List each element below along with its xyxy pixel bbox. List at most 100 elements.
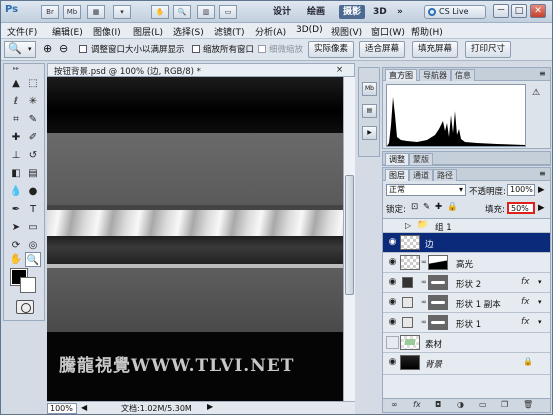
tab-paths[interactable]: 路径 <box>433 169 457 181</box>
workspace-design[interactable]: 设计 <box>273 5 291 19</box>
fill-slider-icon[interactable]: ▶ <box>538 203 545 213</box>
menu-edit[interactable]: 编辑(E) <box>52 25 83 38</box>
history-panel-icon[interactable]: ▤ <box>362 104 377 118</box>
healing-brush-tool-icon[interactable]: ✚ <box>8 130 24 145</box>
background-color-swatch[interactable] <box>20 277 36 293</box>
arrange-documents-button[interactable]: ▥ <box>197 5 215 19</box>
layer-row[interactable]: ◉ ∞ 形状 1 副本 fx ▾ <box>383 293 550 313</box>
layer-row-selected[interactable]: ◉ 边 <box>383 233 550 253</box>
brush-tool-icon[interactable]: ✐ <box>25 130 41 145</box>
scrollbar-thumb[interactable] <box>345 175 354 295</box>
toolbox-grip-icon[interactable]: ▸▸ <box>8 66 24 72</box>
refresh-icon[interactable]: ⚠ <box>532 88 540 98</box>
status-menu-icon[interactable]: ◀ <box>81 403 87 412</box>
eyedropper-tool-icon[interactable]: ✎ <box>25 112 41 127</box>
layer-row[interactable]: ◉ ∞ 形状 2 fx ▾ <box>383 273 550 293</box>
vertical-scrollbar[interactable] <box>343 77 355 401</box>
opacity-slider-icon[interactable]: ▶ <box>538 185 545 195</box>
zoom-out-icon[interactable]: ⊖ <box>59 42 68 55</box>
menu-view[interactable]: 视图(V) <box>331 25 362 38</box>
expand-group-icon[interactable]: ▷ <box>405 221 411 230</box>
eraser-tool-icon[interactable]: ◧ <box>8 166 24 181</box>
layer-row-group[interactable]: ▷ 📁 组 1 <box>383 219 550 233</box>
add-mask-icon[interactable]: ◘ <box>435 400 441 409</box>
close-button[interactable]: ✕ <box>530 4 546 18</box>
print-size-button[interactable]: 打印尺寸 <box>465 41 511 58</box>
dodge-tool-icon[interactable]: ● <box>25 184 41 199</box>
visibility-eye-icon[interactable]: ◉ <box>386 316 399 329</box>
type-tool-icon[interactable]: T <box>25 202 41 217</box>
visibility-eye-icon[interactable]: ◉ <box>386 356 399 369</box>
tab-layers[interactable]: 图层 <box>385 169 409 181</box>
magic-wand-tool-icon[interactable]: ✳ <box>25 94 41 109</box>
3d-rotate-tool-icon[interactable]: ⟳ <box>8 238 24 253</box>
tab-channels[interactable]: 通道 <box>409 169 433 181</box>
minibridge-panel-icon[interactable]: Mb <box>362 82 377 96</box>
status-arrow-icon[interactable]: ▶ <box>207 402 213 411</box>
close-tab-icon[interactable]: × <box>336 65 343 75</box>
minibridge-button[interactable]: Mb <box>63 5 81 19</box>
bridge-button[interactable]: Br <box>41 5 59 19</box>
blend-mode-select[interactable]: 正常 ▾ <box>386 184 466 196</box>
zoom-level-button[interactable]: ▾ <box>113 5 131 19</box>
layer-row-background[interactable]: ◉ 背景 🔒 <box>383 353 550 375</box>
layers-menu-icon[interactable]: ≡ <box>539 169 546 178</box>
minimize-button[interactable]: － <box>493 4 509 18</box>
lock-image-icon[interactable]: ✎ <box>423 202 430 212</box>
path-selection-tool-icon[interactable]: ➤ <box>8 220 24 235</box>
zoom-in-icon[interactable]: ⊕ <box>43 42 52 55</box>
move-tool-icon[interactable]: ▲ <box>8 76 24 91</box>
workspace-3d[interactable]: 3D <box>373 5 387 19</box>
menu-select[interactable]: 选择(S) <box>173 25 204 38</box>
tab-masks[interactable]: 蒙版 <box>409 153 433 165</box>
opacity-field[interactable]: 100% <box>507 184 535 196</box>
maximize-button[interactable]: □ <box>511 4 527 18</box>
workspace-photography[interactable]: 摄影 <box>339 5 366 19</box>
hand-tool-button[interactable]: ✋ <box>151 5 169 19</box>
layer-row[interactable]: ◉ ∞ 高光 <box>383 253 550 273</box>
hand-tool-icon[interactable]: ✋ <box>8 252 24 267</box>
tab-histogram[interactable]: 直方图 <box>385 69 417 81</box>
menu-help[interactable]: 帮助(H) <box>411 25 443 38</box>
new-layer-icon[interactable]: ❐ <box>501 400 508 409</box>
zoom-all-checkbox[interactable] <box>192 45 200 53</box>
layer-effects-icon[interactable]: fx <box>521 317 530 327</box>
cs-live-button[interactable]: CS Live <box>424 5 486 19</box>
layer-row-hidden[interactable]: 素材 <box>383 333 550 353</box>
pen-tool-icon[interactable]: ✒ <box>8 202 24 217</box>
tab-adjustments[interactable]: 调整 <box>385 153 409 165</box>
new-group-icon[interactable]: ▭ <box>479 400 487 409</box>
quick-mask-icon[interactable] <box>16 300 34 314</box>
expand-effects-icon[interactable]: ▾ <box>538 278 542 286</box>
workspace-painting[interactable]: 绘画 <box>307 5 325 19</box>
fill-field[interactable]: 50% <box>507 202 535 214</box>
menu-layer[interactable]: 图层(L) <box>133 25 163 38</box>
marquee-tool-icon[interactable]: ⬚ <box>25 76 41 91</box>
actions-panel-icon[interactable]: ▶ <box>362 126 377 140</box>
visibility-off-icon[interactable] <box>386 336 399 349</box>
menu-file[interactable]: 文件(F) <box>7 25 37 38</box>
view-extras-button[interactable]: ▦ <box>87 5 105 19</box>
visibility-eye-icon[interactable]: ◉ <box>386 256 399 269</box>
tab-navigator[interactable]: 导航器 <box>419 69 451 81</box>
menu-3d[interactable]: 3D(D) <box>296 25 323 35</box>
link-layers-icon[interactable]: ∞ <box>391 400 398 409</box>
lock-all-icon[interactable]: 🔒 <box>447 202 458 212</box>
visibility-eye-icon[interactable]: ◉ <box>386 276 399 289</box>
tool-preset-picker[interactable]: 🔍 ▾ <box>4 41 36 58</box>
delete-layer-icon[interactable]: 🗑 <box>523 400 533 409</box>
blur-tool-icon[interactable]: 💧 <box>8 184 24 199</box>
zoom-field[interactable]: 100% <box>47 403 77 414</box>
adjustment-layer-icon[interactable]: ◑ <box>457 400 464 409</box>
lasso-tool-icon[interactable]: ℓ <box>8 94 24 109</box>
scrubby-zoom-checkbox[interactable] <box>258 45 266 53</box>
document-canvas[interactable]: 騰龍視覺WWW.TLVI.NET <box>47 77 343 401</box>
lock-transparent-icon[interactable]: ⊡ <box>411 202 418 212</box>
gradient-tool-icon[interactable]: ▤ <box>25 166 41 181</box>
document-tab[interactable]: 按钮背景.psd @ 100% (边, RGB/8) * × <box>47 63 355 77</box>
lock-position-icon[interactable]: ✚ <box>435 202 442 212</box>
visibility-eye-icon[interactable]: ◉ <box>386 296 399 309</box>
layer-row[interactable]: ◉ ∞ 形状 1 fx ▾ <box>383 313 550 333</box>
resize-windows-checkbox[interactable] <box>79 45 87 53</box>
zoom-tool-icon[interactable]: 🔍 <box>25 252 41 267</box>
